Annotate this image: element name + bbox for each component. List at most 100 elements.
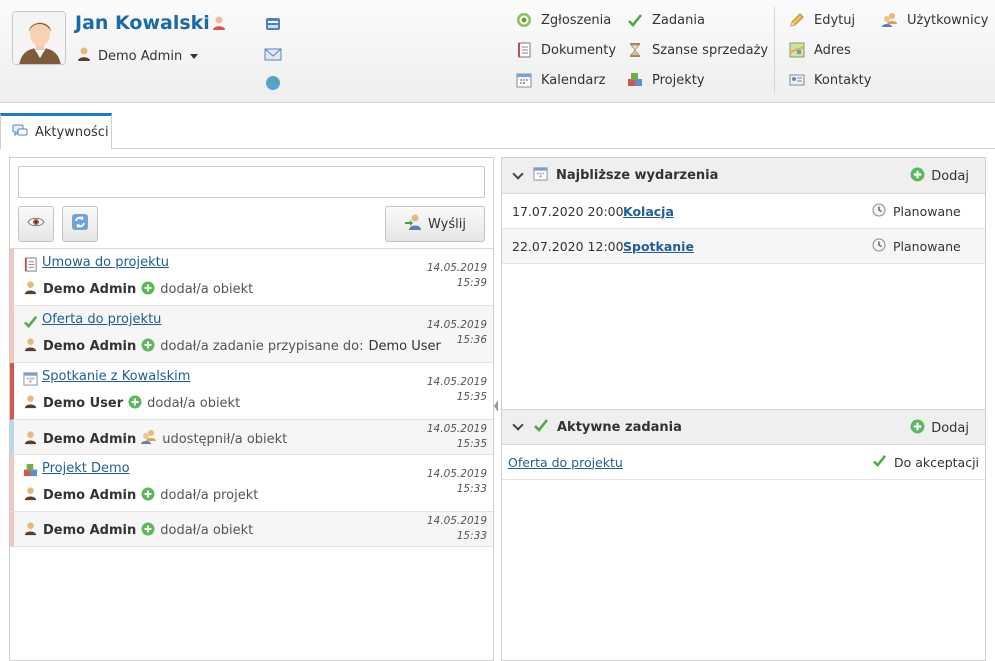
header-divider: [774, 6, 775, 93]
pencil-icon: [789, 12, 805, 28]
menu-szanse-sprzedazy[interactable]: Szanse sprzedaży: [627, 42, 768, 58]
menu-kalendarz[interactable]: Kalendarz: [516, 72, 606, 88]
target-icon: [516, 12, 532, 28]
section-title: Aktywne zadania: [557, 419, 682, 435]
menu-adres[interactable]: Adres: [789, 42, 851, 58]
globe-icon[interactable]: [264, 74, 282, 92]
document-icon: [23, 257, 38, 272]
event-link[interactable]: Kolacja: [623, 204, 674, 219]
add-icon: [141, 281, 155, 299]
list-item: Demo Admin dodał/a obiekt 14.05.2019 15:3…: [10, 512, 493, 547]
check-icon: [627, 12, 643, 28]
send-button[interactable]: Wyślij: [385, 206, 485, 242]
activity-description: Demo Admin udostępnił/a obiekt: [23, 429, 287, 449]
tab-aktywnosci[interactable]: Aktywności: [0, 113, 112, 149]
cubes-icon: [23, 463, 38, 478]
add-icon: [141, 338, 155, 356]
user-icon: [23, 521, 38, 540]
activity-timestamp: 14.05.2019 15:36: [426, 319, 487, 346]
list-item: Demo Admin udostępnił/a obiekt 14.05.201…: [10, 420, 493, 455]
side-panel: Najbliższe wydarzenia Dodaj 17.07.2020 2…: [501, 157, 986, 661]
events-section-header[interactable]: Najbliższe wydarzenia Dodaj: [502, 158, 985, 194]
activity-description: Demo Admin dodał/a projekt: [23, 486, 258, 505]
user-icon: [23, 486, 38, 505]
event-link[interactable]: Spotkanie: [623, 239, 694, 254]
activity-input[interactable]: [18, 166, 485, 198]
activity-timestamp: 14.05.2019 15:33: [426, 515, 487, 542]
activity-title-link[interactable]: Projekt Demo: [42, 461, 130, 476]
phone-icon[interactable]: [264, 15, 282, 33]
user-icon: [76, 46, 92, 66]
activity-panel: Wyślij Umowa do projektu Demo Admin doda…: [9, 157, 494, 661]
refresh-icon: [71, 213, 89, 235]
activity-description: Demo Admin dodał/a obiekt: [23, 521, 253, 540]
menu-zgloszenia[interactable]: Zgłoszenia: [516, 12, 611, 28]
activity-description: Demo User dodał/a obiekt: [23, 394, 240, 413]
table-row: Oferta do projektu Do akceptacji: [502, 445, 985, 480]
role-dropdown[interactable]: Demo Admin: [76, 46, 199, 66]
activity-timestamp: 14.05.2019 15:35: [426, 423, 487, 450]
user-status-icon: [211, 15, 227, 35]
role-label: Demo Admin: [98, 48, 183, 64]
check-icon: [872, 453, 887, 471]
top-header: Jan Kowalski Demo Admin Zgłoszenia Dokum…: [0, 0, 995, 103]
add-icon: [141, 522, 155, 540]
activity-description: Demo Admin dodał/a obiekt: [23, 280, 253, 299]
activity-timestamp: 14.05.2019 15:33: [426, 468, 487, 495]
check-icon: [533, 417, 549, 437]
list-item: Spotkanie z Kowalskim Demo User dodał/a …: [10, 363, 493, 420]
menu-zadania[interactable]: Zadania: [627, 12, 705, 28]
menu-edytuj[interactable]: Edytuj: [789, 12, 855, 28]
calendar-icon: [23, 371, 38, 386]
check-icon: [23, 314, 38, 329]
activity-description: Demo Admin dodał/a zadanie przypisane do…: [23, 337, 441, 356]
eye-icon: [27, 213, 45, 235]
chat-bubbles-icon: [12, 123, 28, 143]
user-icon: [23, 337, 38, 356]
calendar-icon: [516, 72, 532, 88]
chevron-down-icon[interactable]: [512, 419, 524, 431]
menu-dokumenty[interactable]: Dokumenty: [516, 42, 616, 58]
add-task-button[interactable]: Dodaj: [910, 419, 969, 438]
add-icon: [910, 167, 925, 186]
activity-timestamp: 14.05.2019 15:35: [426, 376, 487, 403]
chevron-down-icon[interactable]: [512, 167, 524, 180]
add-icon: [141, 487, 155, 505]
activity-title-link[interactable]: Oferta do projektu: [42, 312, 161, 327]
list-item: Umowa do projektu Demo Admin dodał/a obi…: [10, 249, 493, 306]
menu-kontakty[interactable]: Kontakty: [789, 72, 871, 88]
user-icon: [23, 430, 38, 449]
mail-icon[interactable]: [264, 45, 282, 63]
hourglass-icon: [627, 42, 643, 58]
users-icon: [882, 12, 898, 28]
activity-timestamp: 14.05.2019 15:39: [426, 262, 487, 289]
section-title: Najbliższe wydarzenia: [556, 168, 719, 183]
tab-underline: [112, 148, 995, 149]
add-event-button[interactable]: Dodaj: [910, 167, 969, 186]
panel-splitter-handle[interactable]: [492, 395, 500, 417]
cubes-icon: [627, 72, 643, 88]
table-row: 17.07.2020 20:00 Kolacja Planowane: [502, 194, 985, 229]
table-row: 22.07.2020 12:00 Spotkanie Planowane: [502, 229, 985, 264]
activity-list: Umowa do projektu Demo Admin dodał/a obi…: [10, 248, 493, 547]
task-link[interactable]: Oferta do projektu: [508, 455, 623, 470]
tasks-section-header[interactable]: Aktywne zadania Dodaj: [502, 409, 985, 445]
menu-uzytkownicy[interactable]: Użytkownicy: [882, 12, 988, 28]
list-item: Oferta do projektu Demo Admin dodał/a za…: [10, 306, 493, 363]
task-status: Do akceptacji: [872, 453, 979, 471]
activity-title-link[interactable]: Spotkanie z Kowalskim: [42, 369, 190, 384]
tab-label: Aktywności: [35, 125, 109, 140]
menu-projekty[interactable]: Projekty: [627, 72, 705, 88]
user-icon: [23, 280, 38, 299]
user-name[interactable]: Jan Kowalski: [75, 12, 210, 34]
refresh-button[interactable]: [62, 206, 98, 242]
add-icon: [910, 419, 925, 438]
activity-title-link[interactable]: Umowa do projektu: [42, 255, 169, 270]
document-icon: [516, 42, 532, 58]
share-users-icon: [141, 429, 157, 449]
preview-button[interactable]: [18, 206, 54, 242]
chevron-down-icon: [190, 53, 199, 59]
user-avatar[interactable]: [12, 11, 66, 65]
clock-icon: [872, 203, 886, 220]
calendar-icon: [533, 166, 548, 185]
